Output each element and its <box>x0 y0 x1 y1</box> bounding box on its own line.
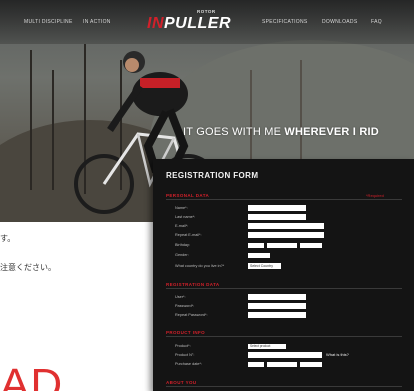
label-product: Product*: <box>175 344 191 348</box>
gender-select[interactable] <box>248 253 270 258</box>
nav-item-faq[interactable]: FAQ <box>371 19 382 25</box>
label-name: Name*: <box>175 206 188 210</box>
purchase-month-select[interactable] <box>267 362 297 367</box>
section-registration-data: REGISTRATION DATA <box>166 282 220 287</box>
japanese-text-line-1: す。 <box>0 234 16 243</box>
label-repeat-password: Repeat Password*: <box>175 313 208 317</box>
logo-main-word: PULLER <box>164 15 231 32</box>
logo-accent: IN <box>147 15 164 32</box>
label-product-number: Product N°: <box>175 353 195 357</box>
tree-trunk <box>250 70 252 160</box>
section-divider <box>166 386 402 387</box>
logo-small-text: ROTOR <box>197 9 216 14</box>
registration-form-panel: REGISTRATION FORM PERSONAL DATA *Require… <box>153 159 414 391</box>
big-red-heading: AD <box>0 360 64 391</box>
product-select[interactable]: Select product <box>248 344 286 349</box>
hero-tagline: IT GOES WITH ME WHEREVER I RID <box>183 126 379 138</box>
nav-item-downloads[interactable]: DOWNLOADS <box>322 19 357 25</box>
tagline-bold: WHEREVER I RID <box>284 126 379 138</box>
required-note: *Required <box>366 193 384 198</box>
tree-trunk <box>52 70 54 190</box>
section-about-you: ABOUT YOU <box>166 380 197 385</box>
birthday-day-select[interactable] <box>248 243 264 248</box>
purchase-day-select[interactable] <box>248 362 264 367</box>
label-email: E-mail*: <box>175 224 189 228</box>
section-personal-data: PERSONAL DATA <box>166 193 210 198</box>
name-input[interactable] <box>248 205 306 211</box>
birthday-month-select[interactable] <box>267 243 297 248</box>
logo-main-text: INPULLER <box>147 15 231 33</box>
last-name-input[interactable] <box>248 214 306 220</box>
label-country: What country do you live in?* <box>175 264 225 268</box>
nav-item-in-action[interactable]: IN ACTION <box>83 19 111 25</box>
password-input[interactable] <box>248 303 306 309</box>
japanese-text-line-2: 注意ください。 <box>0 263 56 272</box>
nav-item-multi-discipline[interactable]: MULTI DISCIPLINE <box>24 19 73 25</box>
purchase-year-select[interactable] <box>300 362 322 367</box>
inpuller-logo[interactable]: ROTOR INPULLER <box>147 9 235 39</box>
tree-trunk <box>300 60 302 160</box>
tagline-normal: IT GOES WITH ME <box>183 126 285 138</box>
section-divider <box>166 288 402 289</box>
label-purchase-date: Purchase date*: <box>175 362 203 366</box>
label-user: User*: <box>175 295 186 299</box>
section-product-info: PRODUCT INFO <box>166 330 206 335</box>
label-password: Password*: <box>175 304 195 308</box>
section-divider <box>166 336 402 337</box>
repeat-email-input[interactable] <box>248 232 324 238</box>
section-divider <box>166 199 402 200</box>
what-is-this-link[interactable]: What is this? <box>326 352 349 357</box>
country-select[interactable]: Select Country <box>248 263 281 269</box>
birthday-year-select[interactable] <box>300 243 322 248</box>
form-title: REGISTRATION FORM <box>166 171 259 180</box>
nav-item-specifications[interactable]: SPECIFICATIONS <box>262 19 308 25</box>
label-repeat-email: Repeat E-mail*: <box>175 233 202 237</box>
tree-trunk <box>30 50 32 190</box>
repeat-password-input[interactable] <box>248 312 306 318</box>
email-input[interactable] <box>248 223 324 229</box>
label-last-name: Last name*: <box>175 215 196 219</box>
user-input[interactable] <box>248 294 306 300</box>
label-birthday: Birthday: <box>175 243 190 247</box>
label-gender: Gender: <box>175 253 189 257</box>
product-number-input[interactable] <box>248 352 322 358</box>
